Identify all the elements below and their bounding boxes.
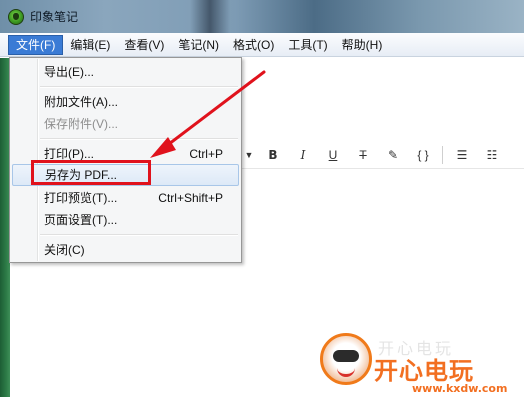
watermark-url: www.kxdw.com bbox=[412, 382, 508, 395]
underline-button[interactable]: U bbox=[318, 148, 348, 162]
format-toolbar: ▼ B I U T ✎ { } ☰ ☷ bbox=[240, 142, 524, 168]
menu-item-label: 附加文件(A)... bbox=[44, 95, 118, 109]
italic-button[interactable]: I bbox=[288, 148, 318, 162]
numbered-list-icon[interactable]: ☷ bbox=[477, 148, 507, 162]
menu-item-shortcut: Ctrl+P bbox=[189, 147, 223, 161]
font-size-dropdown-arrow-icon[interactable]: ▼ bbox=[240, 150, 258, 160]
watermark-brand: 开心电玩 bbox=[374, 357, 474, 385]
mascot-logo-icon bbox=[320, 333, 372, 385]
menu-item-save-attachment: 保存附件(V)... bbox=[12, 113, 239, 135]
menu-note[interactable]: 笔记(N) bbox=[171, 35, 226, 55]
menu-item-label: 导出(E)... bbox=[44, 65, 94, 79]
menu-item-label: 打印(P)... bbox=[44, 147, 94, 161]
menu-edit[interactable]: 编辑(E) bbox=[63, 35, 117, 55]
menu-view[interactable]: 查看(V) bbox=[117, 35, 171, 55]
menu-file[interactable]: 文件(F) bbox=[8, 34, 64, 55]
menu-item-attach-file[interactable]: 附加文件(A)... bbox=[12, 91, 239, 113]
bold-button[interactable]: B bbox=[258, 148, 288, 162]
menu-item-page-setup[interactable]: 页面设置(T)... bbox=[12, 209, 239, 231]
menu-item-label: 打印预览(T)... bbox=[44, 191, 118, 205]
toolbar-border bbox=[240, 168, 524, 169]
menu-separator bbox=[40, 138, 238, 140]
menu-bar: 文件(F) 编辑(E) 查看(V) 笔记(N) 格式(O) 工具(T) 帮助(H… bbox=[0, 33, 524, 57]
menu-format[interactable]: 格式(O) bbox=[226, 35, 281, 55]
menu-item-export[interactable]: 导出(E)... bbox=[12, 61, 239, 83]
menu-item-label: 页面设置(T)... bbox=[44, 213, 118, 227]
window-title: 印象笔记 bbox=[30, 10, 79, 24]
bulleted-list-icon[interactable]: ☰ bbox=[447, 148, 477, 162]
menu-item-label: 保存附件(V)... bbox=[44, 117, 118, 131]
toolbar-divider bbox=[442, 146, 443, 164]
code-block-button[interactable]: { } bbox=[408, 148, 438, 162]
strikethrough-button[interactable]: T bbox=[348, 148, 378, 162]
menu-tools[interactable]: 工具(T) bbox=[281, 35, 334, 55]
annotation-highlight-box bbox=[31, 160, 151, 185]
menu-separator bbox=[40, 86, 238, 88]
menu-item-label: 关闭(C) bbox=[44, 243, 85, 257]
menu-help[interactable]: 帮助(H) bbox=[335, 35, 390, 55]
menu-item-shortcut: Ctrl+Shift+P bbox=[158, 191, 223, 205]
menu-separator bbox=[40, 234, 238, 236]
evernote-app-icon bbox=[8, 8, 24, 25]
title-bar: 印象笔记 bbox=[0, 0, 524, 33]
highlighter-icon[interactable]: ✎ bbox=[378, 148, 408, 162]
site-watermark: 开心电玩 开心电玩 www.kxdw.com bbox=[316, 333, 524, 397]
menu-item-close[interactable]: 关闭(C) bbox=[12, 239, 239, 261]
menu-item-print-preview[interactable]: 打印预览(T)... Ctrl+Shift+P bbox=[12, 187, 239, 209]
